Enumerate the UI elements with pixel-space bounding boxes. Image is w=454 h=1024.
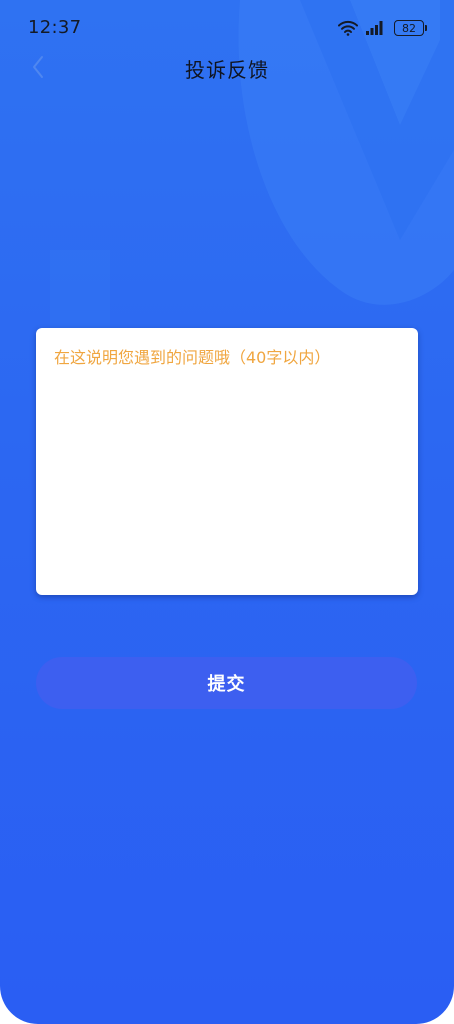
battery-level: 82: [402, 21, 416, 35]
cellular-signal-icon: [366, 21, 383, 35]
complaint-feedback-screen: 12:37 82 投诉反馈 在这说明您遇到的问题哦（40字以内） 提交: [0, 0, 454, 1024]
page-title: 投诉反馈: [185, 58, 269, 82]
wifi-icon: [338, 20, 358, 36]
feedback-card: [36, 328, 418, 595]
battery-icon: 82: [394, 20, 427, 36]
nav-bar: 投诉反馈: [0, 44, 454, 90]
status-time: 12:37: [28, 17, 82, 38]
feedback-textarea[interactable]: [54, 344, 400, 580]
submit-button[interactable]: 提交: [36, 657, 417, 709]
status-icons: 82: [338, 17, 427, 39]
